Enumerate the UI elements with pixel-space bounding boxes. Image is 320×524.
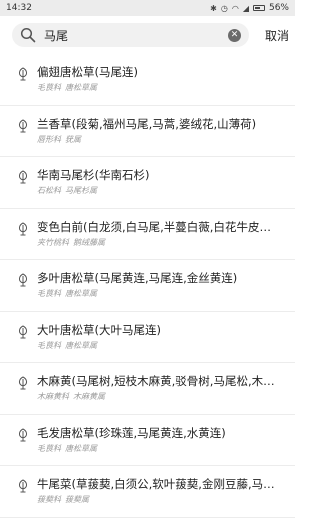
wifi-icon: ◠ bbox=[231, 3, 239, 13]
result-family: 木麻黄科 bbox=[37, 392, 69, 401]
signal-icon: ◢ bbox=[242, 3, 249, 13]
result-text: 毛发唐松草(珍珠莲,马尾黄连,水黄连) 毛茛科 唐松草属 bbox=[37, 415, 295, 454]
plant-icon bbox=[17, 324, 29, 338]
result-taxonomy: 夹竹桃科 鹅绒藤属 bbox=[37, 238, 289, 248]
plant-icon bbox=[17, 272, 29, 287]
result-taxonomy: 毛茛科 唐松草属 bbox=[37, 83, 289, 93]
result-genus: 唐松草属 bbox=[65, 83, 97, 92]
bluetooth-icon: ✱ bbox=[210, 3, 217, 13]
plant-icon bbox=[17, 118, 29, 132]
result-item[interactable]: 变色白前(白龙须,白马尾,半蔓白薇,白花牛皮… 夹竹桃科 鹅绒藤属 bbox=[0, 209, 295, 260]
result-item[interactable]: 毛发唐松草(珍珠莲,马尾黄连,水黄连) 毛茛科 唐松草属 bbox=[0, 415, 295, 466]
result-title: 华南马尾杉(华南石杉) bbox=[37, 168, 150, 182]
status-bar: 14:32 ✱ ◷ ◠ ◢ 56% bbox=[0, 0, 295, 16]
status-icons: ✱ ◷ ◠ ◢ 56% bbox=[210, 3, 289, 13]
result-item[interactable]: 华南马尾杉(华南石杉) 石松科 马尾杉属 bbox=[0, 157, 295, 209]
result-list: 偏翅唐松草(马尾连) 毛茛科 唐松草属 兰香草(段菊,福州马尾,马蒿,婆绒花,山薄荷)… bbox=[0, 54, 295, 518]
result-taxonomy: 木麻黄科 木麻黄属 bbox=[37, 392, 289, 402]
result-item[interactable]: 木麻黄(马尾树,短枝木麻黄,驳骨树,马尾松,木… 木麻黄科 木麻黄属 bbox=[0, 363, 295, 415]
result-genus: 唐松草属 bbox=[65, 443, 97, 453]
result-text: 多叶唐松草(马尾黄连,马尾连,金丝黄连) 毛茛科 唐松草属 bbox=[37, 260, 295, 299]
result-taxonomy: 石松科 马尾杉属 bbox=[37, 186, 289, 196]
result-family: 菝葜科 bbox=[37, 495, 61, 504]
result-title: 兰香草(段菊,福州马尾,马蒿,婆绒花,山薄荷) bbox=[37, 116, 257, 131]
result-genus: 马尾杉属 bbox=[65, 186, 97, 195]
plant-icon bbox=[17, 169, 29, 184]
result-family: 毛茛科 bbox=[37, 340, 61, 350]
result-title: 牛尾菜(草菝葜,白须公,软叶菝葜,金刚豆藤,马… bbox=[37, 477, 275, 491]
result-text: 牛尾菜(草菝葜,白须公,软叶菝葜,金刚豆藤,马… 菝葜科 菝葜属 bbox=[37, 466, 295, 505]
result-text: 偏翅唐松草(马尾连) 毛茛科 唐松草属 bbox=[37, 54, 295, 93]
cancel-button[interactable]: 取消 bbox=[261, 27, 289, 44]
result-item[interactable]: 偏翅唐松草(马尾连) 毛茛科 唐松草属 bbox=[0, 54, 295, 106]
result-item[interactable]: 大叶唐松草(大叶马尾连) 毛茛科 唐松草属 bbox=[0, 312, 295, 363]
plant-icon bbox=[17, 66, 29, 81]
result-title: 多叶唐松草(马尾黄连,马尾连,金丝黄连) bbox=[37, 271, 238, 285]
result-title: 大叶唐松草(大叶马尾连) bbox=[37, 322, 161, 337]
alarm-icon: ◷ bbox=[220, 3, 228, 13]
search-input[interactable] bbox=[44, 25, 228, 45]
result-genus: 鹅绒藤属 bbox=[73, 237, 105, 247]
result-text: 大叶唐松草(大叶马尾连) 毛茛科 唐松草属 bbox=[37, 312, 295, 351]
result-family: 石松科 bbox=[37, 186, 61, 195]
plant-icon bbox=[17, 221, 29, 235]
result-family: 毛茛科 bbox=[37, 289, 61, 298]
result-title: 毛发唐松草(珍珠莲,马尾黄连,水黄连) bbox=[37, 425, 226, 440]
search-icon bbox=[20, 27, 36, 43]
result-family: 毛茛科 bbox=[37, 83, 61, 92]
status-time: 14:32 bbox=[6, 3, 32, 13]
plant-icon bbox=[17, 427, 29, 441]
result-genus: 莸属 bbox=[65, 134, 81, 144]
result-text: 木麻黄(马尾树,短枝木麻黄,驳骨树,马尾松,木… 木麻黄科 木麻黄属 bbox=[37, 363, 295, 402]
plant-icon bbox=[17, 375, 29, 390]
result-taxonomy: 菝葜科 菝葜属 bbox=[37, 495, 289, 505]
search-box[interactable]: ✕ bbox=[12, 23, 249, 47]
plant-icon bbox=[17, 478, 29, 493]
result-family: 唇形科 bbox=[37, 134, 61, 144]
result-family: 毛茛科 bbox=[37, 443, 61, 453]
result-genus: 木麻黄属 bbox=[73, 392, 105, 401]
result-taxonomy: 毛茛科 唐松草属 bbox=[37, 444, 289, 454]
result-title: 变色白前(白龙须,白马尾,半蔓白薇,白花牛皮… bbox=[37, 219, 271, 234]
result-item[interactable]: 多叶唐松草(马尾黄连,马尾连,金丝黄连) 毛茛科 唐松草属 bbox=[0, 260, 295, 312]
result-taxonomy: 毛茛科 唐松草属 bbox=[37, 341, 289, 351]
result-genus: 菝葜属 bbox=[65, 495, 89, 504]
result-title: 偏翅唐松草(马尾连) bbox=[37, 65, 138, 79]
result-title: 木麻黄(马尾树,短枝木麻黄,驳骨树,马尾松,木… bbox=[37, 374, 275, 388]
result-genus: 唐松草属 bbox=[65, 340, 97, 350]
result-taxonomy: 毛茛科 唐松草属 bbox=[37, 289, 289, 299]
battery-icon bbox=[252, 5, 265, 11]
clear-search-icon[interactable]: ✕ bbox=[228, 28, 241, 42]
result-genus: 唐松草属 bbox=[65, 289, 97, 298]
battery-percent: 56% bbox=[268, 3, 289, 13]
result-family: 夹竹桃科 bbox=[37, 237, 69, 247]
result-text: 兰香草(段菊,福州马尾,马蒿,婆绒花,山薄荷) 唇形科 莸属 bbox=[37, 106, 295, 145]
result-text: 华南马尾杉(华南石杉) 石松科 马尾杉属 bbox=[37, 157, 295, 196]
result-text: 变色白前(白龙须,白马尾,半蔓白薇,白花牛皮… 夹竹桃科 鹅绒藤属 bbox=[37, 209, 295, 248]
search-bar: ✕ 取消 bbox=[0, 16, 295, 54]
result-item[interactable]: 兰香草(段菊,福州马尾,马蒿,婆绒花,山薄荷) 唇形科 莸属 bbox=[0, 106, 295, 157]
result-item[interactable]: 牛尾菜(草菝葜,白须公,软叶菝葜,金刚豆藤,马… 菝葜科 菝葜属 bbox=[0, 466, 295, 518]
result-taxonomy: 唇形科 莸属 bbox=[37, 135, 289, 145]
